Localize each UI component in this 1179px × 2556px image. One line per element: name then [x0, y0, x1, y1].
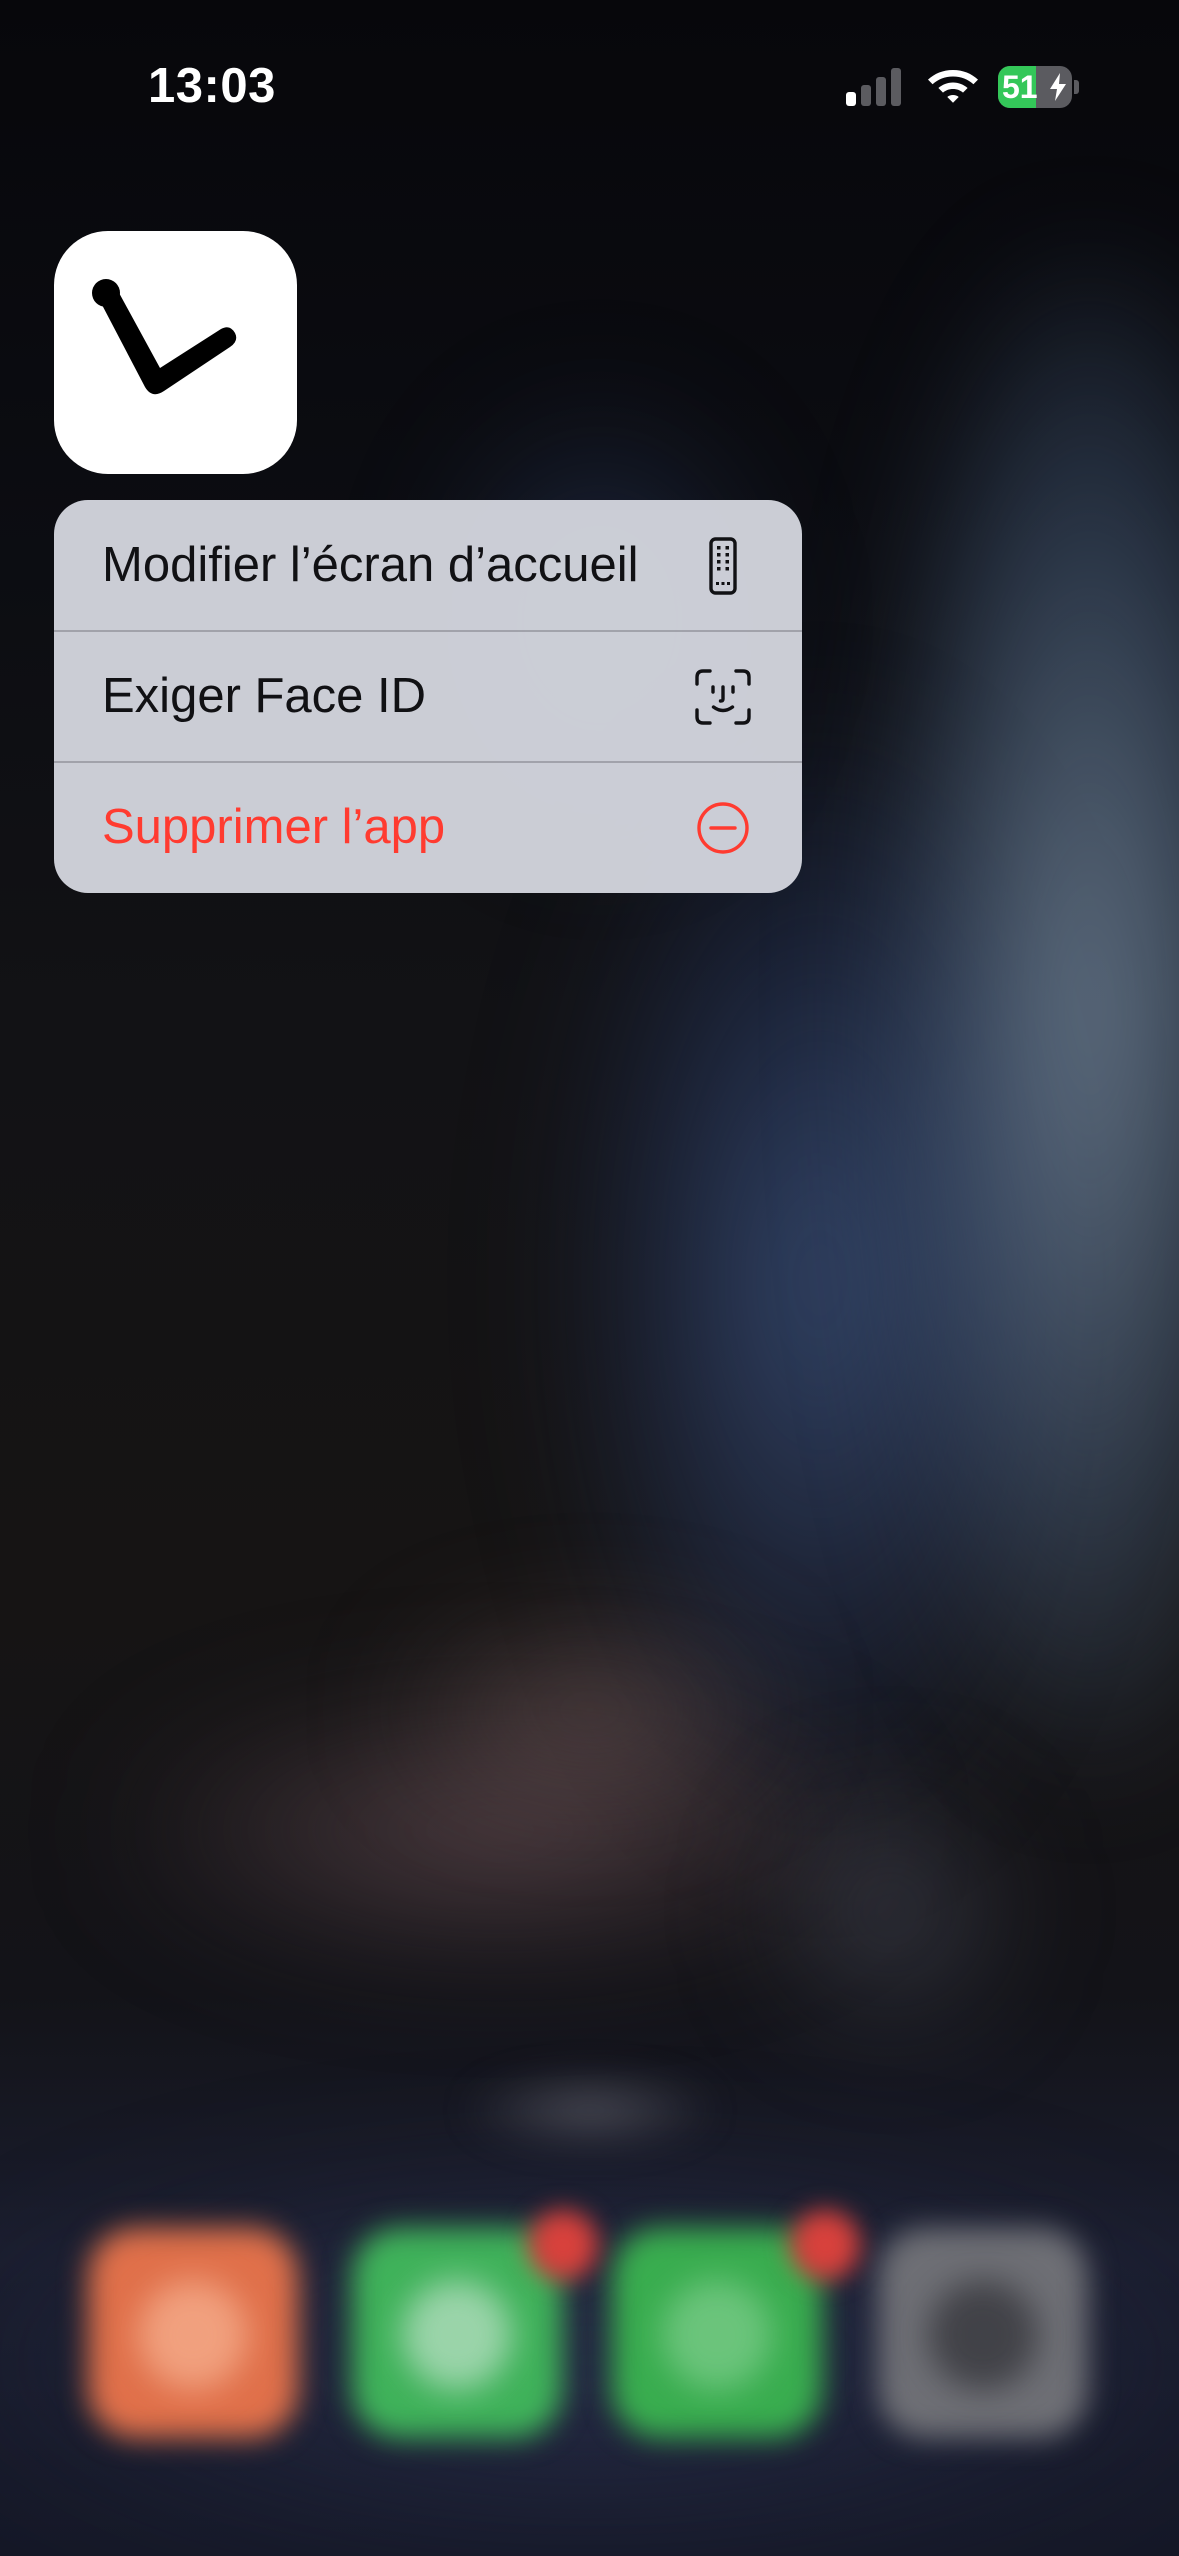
battery-level: 51	[1002, 69, 1038, 105]
menu-item-edit-home-screen[interactable]: Modifier l’écran d’accueil	[54, 500, 802, 631]
app-icon[interactable]	[54, 231, 297, 474]
charging-bolt-icon	[1050, 73, 1066, 101]
wallpaper-blur-shape	[380, 1620, 800, 1800]
dock-blurred	[0, 2210, 1179, 2460]
page-indicator-blur	[460, 2070, 720, 2150]
dock-app-glyph	[662, 2280, 772, 2390]
cellular-signal-icon	[846, 68, 901, 106]
app-context-menu: Modifier l’écran d’accueil Exiger Face I…	[54, 500, 802, 893]
dock-app-glyph	[928, 2280, 1038, 2390]
menu-item-label: Exiger Face ID	[102, 669, 427, 723]
status-time: 13:03	[148, 59, 276, 113]
minus-circle-icon	[697, 802, 749, 854]
battery-nub	[1074, 80, 1079, 94]
battery-body: 51	[998, 66, 1072, 108]
menu-item-require-face-id[interactable]: Exiger Face ID	[54, 631, 802, 762]
menu-item-delete-app[interactable]: Supprimer l’app	[54, 762, 802, 893]
face-id-icon	[695, 669, 751, 725]
wifi-icon	[928, 70, 978, 103]
checkmark-logo-icon	[92, 279, 237, 395]
status-bar: 13:03 51	[0, 0, 1179, 175]
dock-app-glyph	[138, 2280, 248, 2390]
menu-item-label: Modifier l’écran d’accueil	[102, 538, 639, 592]
home-screen-edit-icon	[709, 537, 737, 595]
notification-badge	[528, 2210, 598, 2280]
battery-indicator: 51	[998, 66, 1079, 108]
dock-app-glyph	[402, 2280, 512, 2390]
notification-badge	[790, 2210, 860, 2280]
wallpaper-blur-shape	[760, 1780, 1020, 2040]
menu-item-label: Supprimer l’app	[102, 800, 446, 854]
